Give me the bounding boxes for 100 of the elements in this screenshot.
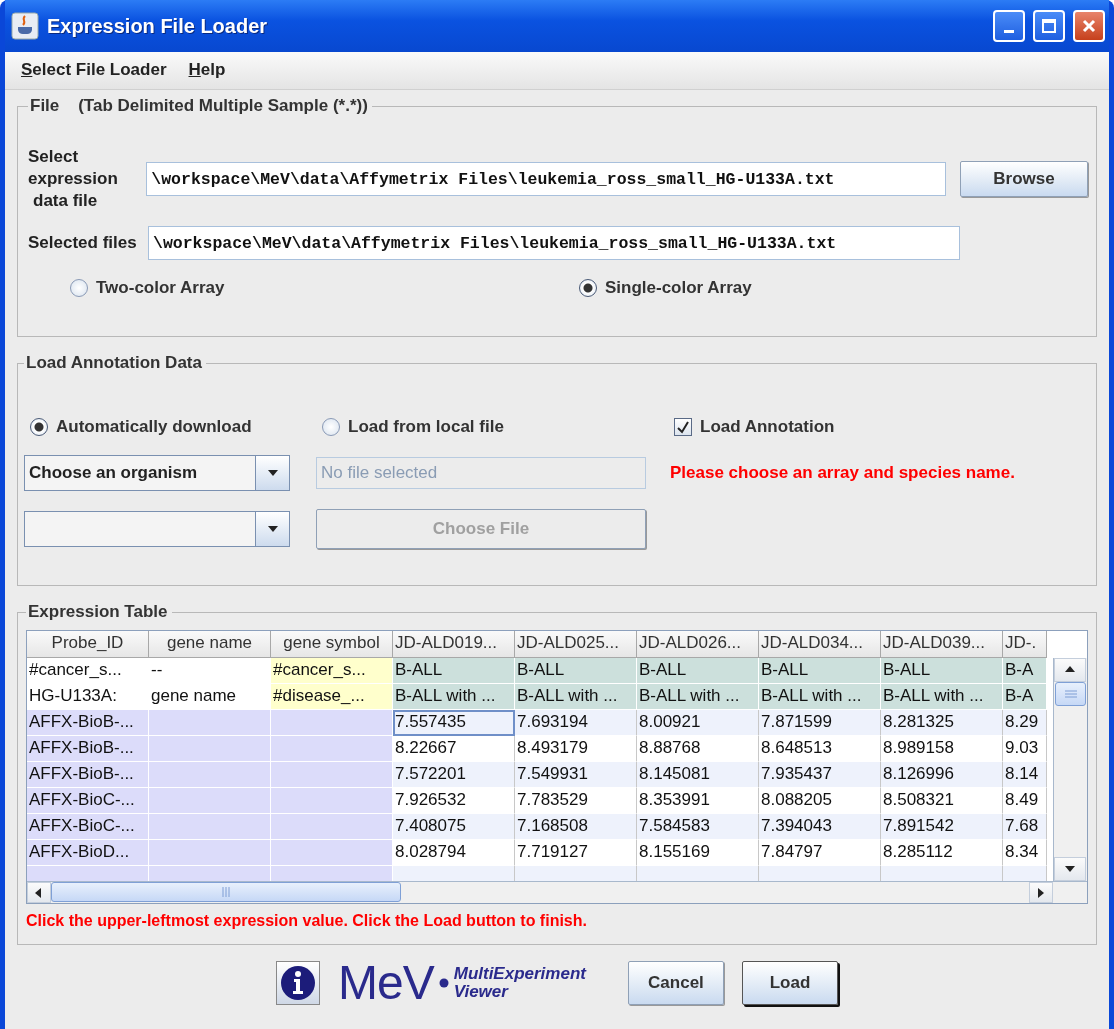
table-cell[interactable]: 7.926532 <box>393 788 515 815</box>
table-cell[interactable]: 8.49 <box>1003 788 1047 815</box>
table-cell[interactable]: 7.549931 <box>515 762 637 789</box>
instruction-text: Click the upper-leftmost expression value. Click the Load button to finish. <box>26 912 588 931</box>
table-cell[interactable]: 7.68 <box>1003 814 1047 841</box>
table-cell[interactable]: 7.935437 <box>759 762 881 789</box>
scroll-down-button[interactable] <box>1054 857 1086 882</box>
table-cell[interactable]: 7.572201 <box>393 762 515 789</box>
column-header[interactable]: gene symbol <box>271 631 393 659</box>
table-cell[interactable]: 8.14 <box>1003 762 1047 789</box>
table-cell[interactable]: 8.648513 <box>759 736 881 763</box>
table-cell[interactable]: B-ALL with ... <box>637 684 759 711</box>
table-cell[interactable]: #cancer_s... <box>271 658 393 685</box>
table-cell[interactable]: 7.84797 <box>759 840 881 867</box>
table-cell[interactable]: 8.088205 <box>759 788 881 815</box>
table-cell[interactable]: 7.783529 <box>515 788 637 815</box>
horizontal-scrollbar[interactable] <box>27 881 1087 904</box>
table-cell[interactable]: B-ALL <box>515 658 637 685</box>
column-header[interactable]: JD-ALD025... <box>515 631 637 659</box>
table-cell[interactable]: B-ALL <box>393 658 515 685</box>
minimize-button[interactable] <box>993 10 1025 42</box>
column-header[interactable]: JD-. <box>1003 631 1047 659</box>
table-cell[interactable]: B-ALL <box>759 658 881 685</box>
table-cell[interactable]: 7.168508 <box>515 814 637 841</box>
table-cell[interactable]: B-A <box>1003 658 1047 685</box>
column-header[interactable]: gene name <box>149 631 271 659</box>
table-cell[interactable]: 7.394043 <box>759 814 881 841</box>
table-cell[interactable]: AFFX-BioB-... <box>27 736 149 763</box>
field-label: Select expression data file <box>28 146 119 213</box>
organism-dropdown[interactable]: Choose an organism <box>24 455 290 492</box>
table-cell[interactable]: B-ALL with ... <box>515 684 637 711</box>
radio-button[interactable]: Load from local file <box>322 417 674 438</box>
table-cell[interactable]: B-ALL <box>881 658 1003 685</box>
table-cell[interactable]: 8.285112 <box>881 840 1003 867</box>
table-cell[interactable]: 8.508321 <box>881 788 1003 815</box>
table-cell[interactable]: 8.155169 <box>637 840 759 867</box>
table-cell[interactable]: 8.126996 <box>881 762 1003 789</box>
table-cell[interactable]: 7.719127 <box>515 840 637 867</box>
panel-title: Load Annotation Data <box>25 353 203 374</box>
table-cell[interactable]: AFFX-BioC-... <box>27 814 149 841</box>
table-cell[interactable]: 7.557435 <box>393 710 515 737</box>
table-cell[interactable]: B-ALL with ... <box>759 684 881 711</box>
table-cell[interactable]: 8.88768 <box>637 736 759 763</box>
table-cell[interactable]: 8.34 <box>1003 840 1047 867</box>
table-cell[interactable]: 8.028794 <box>393 840 515 867</box>
vertical-scrollbar[interactable] <box>1053 658 1087 882</box>
table-cell[interactable]: 8.493179 <box>515 736 637 763</box>
array-dropdown[interactable] <box>24 511 290 548</box>
table-cell[interactable]: B-ALL <box>637 658 759 685</box>
menu-item[interactable]: Select File Loader <box>21 60 167 81</box>
table-cell[interactable]: 7.871599 <box>759 710 881 737</box>
table-cell[interactable]: 8.29 <box>1003 710 1047 737</box>
column-header[interactable]: JD-ALD026... <box>637 631 759 659</box>
table-cell[interactable]: 8.353991 <box>637 788 759 815</box>
table-cell[interactable]: B-ALL with ... <box>881 684 1003 711</box>
file-path-field[interactable]: \workspace\MeV\data\Affymetrix Files\leukemia_ross_small_HG-U133A.txt <box>146 162 946 197</box>
scroll-right-button[interactable] <box>1029 882 1053 904</box>
table-cell[interactable]: AFFX-BioC-... <box>27 788 149 815</box>
scroll-up-button[interactable] <box>1054 658 1086 683</box>
field-label: Selected files <box>28 232 138 255</box>
close-icon <box>1081 18 1097 34</box>
menu-item[interactable]: Help <box>188 60 226 81</box>
column-header[interactable]: JD-ALD019... <box>393 631 515 659</box>
info-button[interactable] <box>276 960 320 1005</box>
logo-text: MeV <box>338 955 434 1011</box>
radio-button[interactable]: Single-color Array <box>579 278 1088 299</box>
maximize-button[interactable] <box>1033 10 1065 42</box>
radio-button[interactable]: Automatically download <box>30 417 322 438</box>
browse-button[interactable]: Browse <box>959 161 1088 198</box>
table-cell[interactable]: 8.00921 <box>637 710 759 737</box>
file-path-field[interactable]: \workspace\MeV\data\Affymetrix Files\leukemia_ross_small_HG-U133A.txt <box>148 226 960 261</box>
column-header[interactable]: JD-ALD039... <box>881 631 1003 659</box>
column-header[interactable]: JD-ALD034... <box>759 631 881 659</box>
close-button[interactable] <box>1073 10 1105 42</box>
radio-button[interactable]: Two-color Array <box>70 278 579 299</box>
checkbox[interactable]: Load Annotation <box>674 417 835 438</box>
table-cell[interactable]: AFFX-BioB-... <box>27 710 149 737</box>
table-cell[interactable]: B-ALL with ... <box>393 684 515 711</box>
table-cell[interactable]: 8.281325 <box>881 710 1003 737</box>
table-cell[interactable]: #disease_... <box>271 684 393 711</box>
table-cell[interactable]: 7.693194 <box>515 710 637 737</box>
scroll-left-button[interactable] <box>27 882 51 904</box>
dialog-button[interactable]: Load <box>741 960 838 1005</box>
table-cell[interactable]: 9.03 <box>1003 736 1047 763</box>
table-cell[interactable]: 8.145081 <box>637 762 759 789</box>
scroll-thumb[interactable] <box>1055 682 1086 707</box>
dialog-button[interactable]: Cancel <box>627 960 724 1005</box>
scroll-thumb[interactable] <box>51 882 401 903</box>
error-message: Please choose an array and species name. <box>670 463 1015 484</box>
column-header[interactable]: Probe_ID <box>27 631 149 659</box>
table-cell[interactable]: 8.22667 <box>393 736 515 763</box>
table-cell[interactable]: AFFX-BioB-... <box>27 762 149 789</box>
table-cell[interactable]: 7.584583 <box>637 814 759 841</box>
minimize-icon <box>1004 29 1014 33</box>
java-cup-icon <box>11 12 39 40</box>
table-cell[interactable]: 7.408075 <box>393 814 515 841</box>
table-cell[interactable]: B-A <box>1003 684 1047 711</box>
table-cell[interactable]: 7.891542 <box>881 814 1003 841</box>
table-cell[interactable]: 8.989158 <box>881 736 1003 763</box>
table-cell[interactable]: AFFX-BioD... <box>27 840 149 867</box>
